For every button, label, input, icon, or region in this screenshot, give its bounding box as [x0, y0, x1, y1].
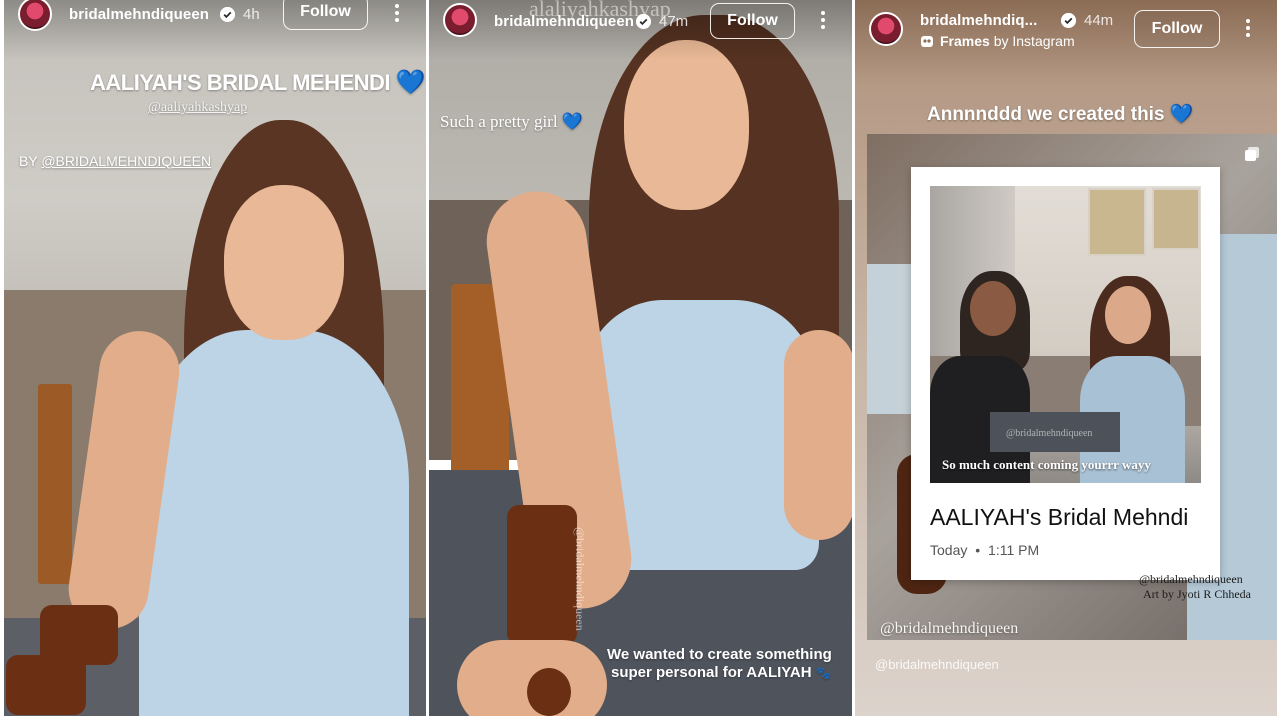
story-2[interactable]: alaliyahkashyap bridalmehndiqueen 47m Fo…	[429, 0, 852, 716]
byline: BY @BRIDALMEHNDIQUEEN	[19, 153, 211, 169]
credit-handle: @bridalmehndiqueen	[1139, 572, 1243, 586]
story-title: AALIYAH'S BRIDAL MEHENDI 💙	[90, 68, 426, 97]
blue-heart-icon: 💙	[561, 112, 583, 131]
card-date-day: Today	[930, 542, 968, 558]
story-1[interactable]: bridalmehndiqueen 4h Follow AALIYAH'S BR…	[4, 0, 426, 716]
henna-palm	[6, 655, 86, 715]
caption: Such a pretty girl 💙	[440, 112, 583, 132]
chair-frame	[38, 384, 72, 584]
card-photo-watermark: @bridalmehndiqueen	[1006, 428, 1093, 439]
more-options-icon[interactable]	[1245, 19, 1251, 39]
frames-label: Frames	[940, 33, 990, 49]
henna-palm	[527, 668, 571, 716]
verified-badge-icon	[220, 7, 235, 22]
card-date-time: 1:11 PM	[988, 542, 1040, 558]
card-title: AALIYAH's Bridal Mehndi	[930, 504, 1189, 530]
henna-wrist	[507, 505, 577, 645]
blue-heart-icon: 💙	[1169, 104, 1194, 125]
card-photo-person-2-face	[1105, 286, 1151, 344]
verified-badge-icon	[1061, 13, 1076, 28]
follow-button[interactable]: Follow	[1134, 10, 1220, 48]
bottom-handle: @bridalmehndiqueen	[880, 620, 1019, 637]
credit-art: Art by Jyoti R Chheda	[1143, 587, 1251, 601]
byline-mention[interactable]: @BRIDALMEHNDIQUEEN	[41, 153, 211, 169]
username[interactable]: bridalmehndiqueen	[69, 6, 209, 23]
username[interactable]: bridalmehndiq...	[920, 12, 1037, 29]
card-photo: @bridalmehndiqueen So much content comin…	[930, 186, 1201, 483]
post-time: 44m	[1084, 12, 1114, 29]
bottom-caption: We wanted to create something super pers…	[607, 646, 832, 682]
dress	[139, 330, 409, 716]
headline-text: Annnnddd we created this	[927, 104, 1165, 125]
follow-button[interactable]: Follow	[283, 0, 368, 30]
right-arm	[784, 330, 852, 540]
card-photo-art-1	[1088, 188, 1146, 256]
stories-strip: bridalmehndiqueen 4h Follow AALIYAH'S BR…	[0, 0, 1280, 720]
face	[224, 185, 344, 340]
frame-card[interactable]: @bridalmehndiqueen So much content comin…	[911, 167, 1220, 580]
blue-heart-icon: 💙	[395, 69, 426, 96]
card-photo-caption: So much content coming yourrr wayy	[942, 457, 1151, 472]
layers-icon	[1245, 147, 1259, 161]
face	[624, 40, 749, 210]
verified-badge-icon	[636, 14, 651, 29]
frames-icon	[920, 35, 934, 48]
card-date: Today • 1:11 PM	[930, 542, 1040, 558]
story-3[interactable]: bridalmehndiq... 44m Frames by Instagram…	[855, 0, 1277, 716]
more-options-icon[interactable]	[820, 11, 826, 31]
paw-icon: 🐾	[815, 666, 831, 680]
watermark-vertical: @bridalmehndiqueen	[573, 527, 587, 631]
headline: Annnnddd we created this 💙	[927, 102, 1193, 126]
card-photo-art-2	[1152, 188, 1200, 250]
username[interactable]: bridalmehndiqueen	[494, 13, 634, 30]
bottom-caption-line-1: We wanted to create something	[607, 646, 832, 663]
avatar[interactable]	[443, 3, 477, 37]
post-time: 47m	[659, 13, 689, 30]
follow-button[interactable]: Follow	[710, 3, 795, 39]
post-time: 4h	[243, 6, 260, 23]
footer-handle: @bridalmehndiqueen	[875, 657, 999, 672]
byline-prefix: BY	[19, 153, 42, 169]
more-options-icon[interactable]	[394, 4, 400, 24]
story-title-text: AALIYAH'S BRIDAL MEHENDI	[90, 70, 391, 95]
avatar[interactable]	[869, 12, 903, 46]
caption-text: Such a pretty girl	[440, 112, 558, 131]
card-photo-person-1-face	[970, 281, 1016, 336]
mention-tag[interactable]: @aaliyahkashyap	[148, 100, 247, 116]
frames-suffix: by Instagram	[993, 33, 1075, 49]
bottom-caption-line-2: super personal for AALIYAH	[611, 664, 812, 681]
photo-dress-edge	[867, 264, 913, 414]
frames-attribution: Frames by Instagram	[940, 33, 1075, 49]
